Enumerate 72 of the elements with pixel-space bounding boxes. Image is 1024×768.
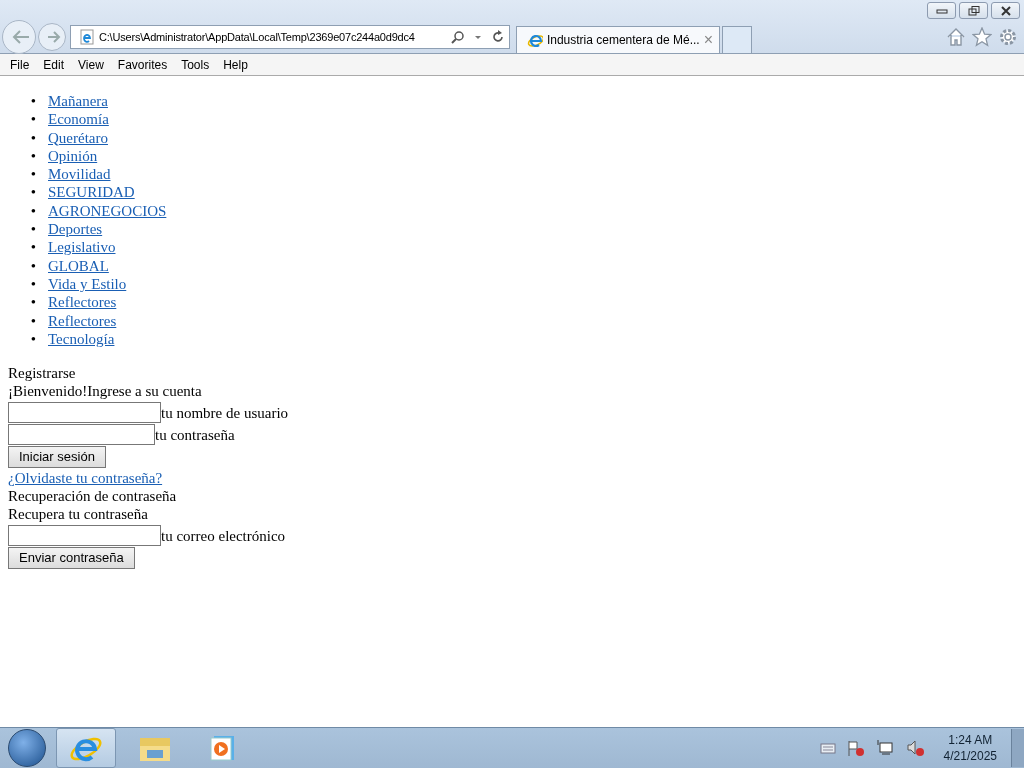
username-field[interactable] (8, 401, 161, 423)
password-label: tu contraseña (155, 426, 235, 445)
search-icon[interactable] (451, 29, 465, 44)
bullet: • (29, 329, 37, 349)
menu-item[interactable]: View (71, 57, 111, 72)
speaker-muted-icon[interactable] (905, 739, 926, 757)
bullet: • (29, 183, 37, 202)
recovery-title: Recuperación de contraseña (8, 487, 178, 506)
forward-arrow-icon (46, 29, 62, 44)
bullet: • (29, 165, 37, 184)
bullet: • (29, 128, 37, 147)
bullet: • (29, 220, 37, 239)
menu-item[interactable]: Favorites (110, 57, 175, 72)
start-button[interactable] (8, 729, 46, 767)
menu-item[interactable]: Help (216, 57, 255, 72)
browser-tab[interactable]: Industria cementera de Mé... × (516, 26, 720, 53)
nav-link[interactable]: Economía (48, 110, 109, 129)
email-field[interactable] (8, 524, 161, 546)
restore-icon (967, 5, 980, 16)
address-bar[interactable]: C:\Users\Administrator\AppData\Local\Temp\2369e07c244a0d9dc4 (70, 24, 510, 49)
browser-taskbar-button[interactable] (56, 728, 116, 768)
close-icon (999, 5, 1012, 16)
home-icon[interactable] (946, 26, 966, 47)
tab-close-button[interactable]: × (703, 31, 713, 49)
nav-link[interactable]: SEGURIDAD (48, 183, 135, 202)
username-label: tu nombre de usuario (161, 404, 289, 423)
password-field[interactable] (8, 423, 155, 445)
flag-icon[interactable] (845, 739, 866, 757)
nav-link[interactable]: Legislativo (48, 238, 116, 257)
bullet: • (29, 201, 37, 221)
nav-link[interactable]: Reflectores (48, 311, 117, 330)
close-button[interactable] (991, 2, 1020, 19)
menu-item[interactable]: Tools (174, 57, 217, 72)
clock-date[interactable]: 4/21/2025 (943, 748, 997, 764)
settings-icon[interactable] (998, 26, 1018, 47)
bullet: • (29, 256, 37, 275)
login-button[interactable]: Iniciar sesión (8, 445, 106, 468)
network-icon[interactable] (875, 739, 896, 757)
bullet: • (29, 311, 37, 330)
menu-item[interactable]: Edit (36, 57, 72, 72)
refresh-icon[interactable] (491, 29, 505, 44)
welcome-text: ¡Bienvenido!Ingrese a su cuenta (8, 382, 203, 401)
clock-time[interactable]: 1:24 AM (948, 732, 993, 748)
bullet: • (29, 238, 37, 257)
register-text: Registrarse (8, 364, 77, 383)
menu-item[interactable]: File (3, 57, 37, 72)
star-icon[interactable] (972, 26, 992, 47)
page-icon (79, 28, 95, 45)
nav-link[interactable]: Opinión (48, 146, 98, 166)
nav-link[interactable]: Querétaro (48, 128, 108, 147)
back-arrow-icon (11, 28, 31, 45)
nav-link[interactable]: Mañanera (48, 92, 108, 111)
bullet: • (29, 293, 37, 312)
nav-link[interactable]: GLOBAL (48, 256, 109, 275)
nav-link[interactable]: Vida y Estilo (48, 274, 127, 294)
forgot-password-link[interactable]: ¿Olvidaste tu contraseña? (8, 469, 163, 486)
email-label: tu correo electrónico (161, 527, 286, 546)
nav-link[interactable]: Tecnología (48, 329, 115, 349)
bullet: • (29, 274, 37, 294)
recovery-subtitle: Recupera tu contraseña (8, 505, 149, 524)
nav-link[interactable]: Reflectores (48, 293, 117, 312)
keyboard-icon[interactable] (819, 742, 836, 754)
bullet: • (29, 110, 37, 129)
nav-link[interactable]: Movilidad (48, 165, 111, 184)
nav-link[interactable]: Deportes (48, 220, 103, 239)
bullet: • (29, 146, 37, 166)
nav-link[interactable]: AGRONEGOCIOS (48, 201, 167, 221)
minimize-icon (935, 6, 948, 15)
bullet: • (29, 92, 37, 111)
play-icon (210, 734, 236, 762)
send-password-button[interactable]: Enviar contraseña (8, 546, 135, 569)
restore-button[interactable] (959, 2, 988, 19)
